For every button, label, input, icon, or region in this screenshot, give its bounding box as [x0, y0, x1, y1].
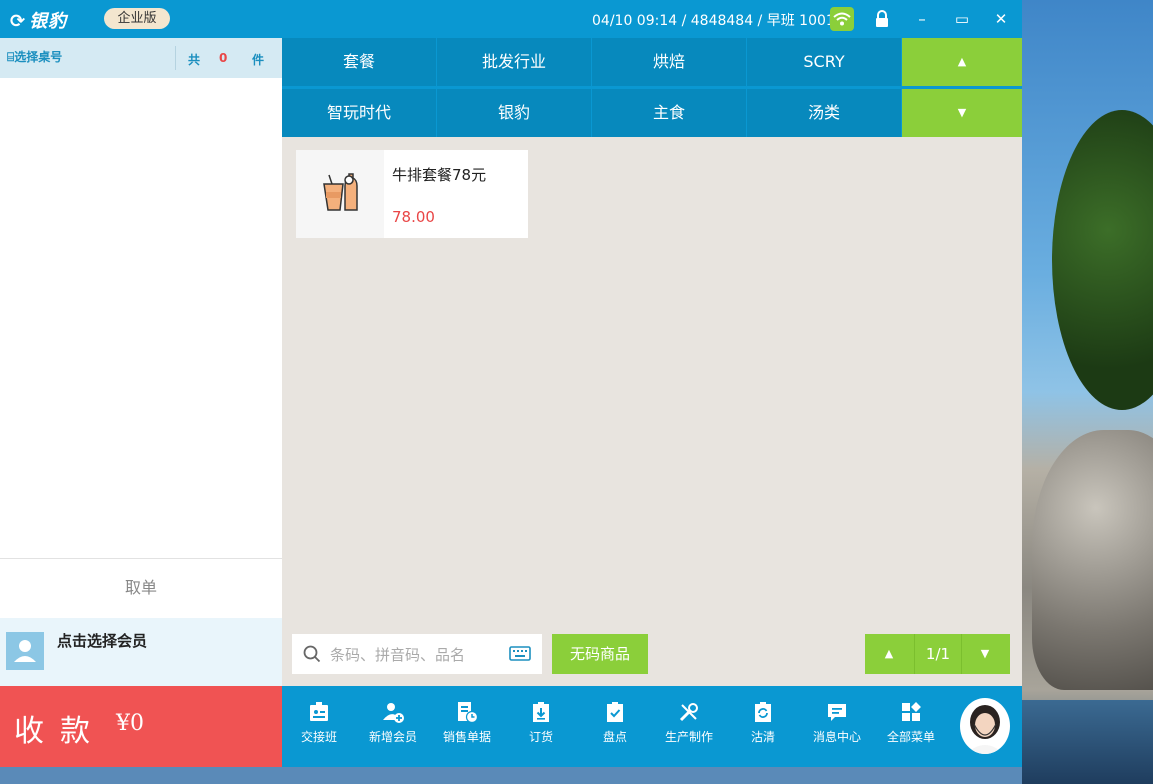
shift-status: 04/10 09:14 / 4848484 / 早班 1001: [592, 13, 835, 29]
table-bar: ⌸选择桌号 共 0 件: [0, 38, 282, 78]
category-tab[interactable]: 套餐: [282, 38, 436, 86]
badge-icon: [310, 702, 328, 721]
category-tab[interactable]: 批发行业: [437, 38, 591, 86]
app-logo: ⟳ 银豹: [10, 7, 67, 33]
category-tab[interactable]: 智玩时代: [282, 89, 436, 137]
sales-records-button[interactable]: 销售单据: [432, 700, 502, 745]
sold-out-button[interactable]: 沽清: [728, 700, 798, 745]
pos-window: ⟳ 银豹 企业版 04/10 09:14 / 4848484 / 早班 1001 …: [0, 0, 1022, 767]
category-tab[interactable]: 汤类: [747, 89, 901, 137]
item-count: 0: [219, 51, 228, 65]
toolbar-label: 消息中心: [812, 730, 861, 744]
close-button[interactable]: ✕: [989, 7, 1013, 31]
search-box: [292, 634, 542, 674]
search-input[interactable]: [328, 643, 502, 667]
order-goods-button[interactable]: 订货: [506, 700, 576, 745]
product-card[interactable]: 牛排套餐78元 78.00: [296, 150, 528, 238]
order-panel: ⌸选择桌号 共 0 件 取单 点击选择会员 收款 ¥0: [0, 38, 282, 767]
keyboard-icon[interactable]: [509, 646, 531, 661]
category-up-button[interactable]: ▲: [902, 38, 1022, 86]
inventory-check-button[interactable]: 盘点: [580, 700, 650, 745]
checklist-icon: [607, 702, 623, 722]
toolbar-label: 交接班: [300, 730, 337, 744]
category-down-button[interactable]: ▼: [902, 89, 1022, 137]
take-order-button[interactable]: 取单: [0, 558, 282, 619]
message-icon: [828, 704, 846, 721]
member-select[interactable]: 点击选择会员: [0, 618, 282, 686]
shift-handover-button[interactable]: 交接班: [284, 700, 354, 745]
total-label: 共: [188, 53, 201, 67]
category-tab[interactable]: 主食: [592, 89, 746, 137]
minimize-button[interactable]: –: [910, 7, 934, 31]
desktop-background: [1022, 0, 1153, 784]
desktop-tree: [1052, 110, 1153, 410]
page-up-button[interactable]: ▲: [865, 634, 913, 674]
category-tab[interactable]: SCRY: [747, 38, 901, 86]
toolbar-label: 新增会员: [368, 730, 417, 744]
customer-service-avatar[interactable]: [960, 698, 1010, 754]
download-clipboard-icon: [533, 702, 549, 722]
toolbar-label: 盘点: [602, 730, 627, 744]
agent-avatar-icon: [966, 705, 1004, 754]
logo-icon: ⟳: [10, 11, 27, 32]
product-price: 78.00: [392, 208, 435, 226]
title-bar: ⟳ 银豹 企业版 04/10 09:14 / 4848484 / 早班 1001 …: [0, 0, 1022, 38]
page-indicator: 1/1: [914, 634, 962, 674]
category-tab[interactable]: 烘焙: [592, 38, 746, 86]
refresh-clipboard-icon: [755, 702, 771, 722]
desktop-sea: [1022, 700, 1153, 784]
lock-icon[interactable]: [874, 10, 890, 28]
page-down-button[interactable]: ▼: [961, 634, 1009, 674]
product-pager: ▲ 1/1 ▼: [865, 634, 1010, 674]
pay-amount: ¥0: [116, 711, 144, 736]
member-label: 点击选择会员: [57, 632, 148, 650]
no-barcode-product-button[interactable]: 无码商品: [552, 634, 648, 674]
add-member-button[interactable]: 新增会员: [358, 700, 428, 745]
toolbar-label: 沽清: [750, 730, 775, 744]
category-tab[interactable]: 银豹: [437, 89, 591, 137]
grid-icon: [902, 702, 921, 721]
message-center-button[interactable]: 消息中心: [802, 700, 872, 745]
maximize-button[interactable]: ▭: [950, 7, 974, 31]
select-table-button[interactable]: ⌸选择桌号: [7, 48, 62, 65]
toolbar-label: 销售单据: [442, 730, 491, 744]
toolbar-label: 全部菜单: [886, 730, 935, 744]
receipt-clock-icon: [458, 702, 479, 724]
unit-label: 件: [252, 53, 265, 67]
production-button[interactable]: 生产制作: [654, 700, 724, 745]
toolbar-label: 订货: [528, 730, 553, 744]
brand-name: 银豹: [29, 11, 68, 32]
desktop-rock: [1032, 430, 1153, 690]
toolbar-label: 生产制作: [664, 730, 713, 744]
add-user-icon: [383, 703, 404, 723]
all-menu-button[interactable]: 全部菜单: [876, 700, 946, 745]
category-grid: 套餐 批发行业 烘焙 SCRY ▲ 智玩时代 银豹 主食 汤类 ▼: [282, 38, 1022, 137]
edition-badge: 企业版: [104, 8, 170, 29]
divider: [175, 46, 176, 70]
wifi-icon[interactable]: [830, 7, 854, 31]
tools-icon: [679, 703, 698, 722]
select-table-label: 选择桌号: [14, 50, 63, 64]
pay-label: 收款: [14, 714, 106, 749]
search-icon: [303, 645, 321, 663]
member-avatar-icon: [6, 632, 44, 670]
product-name: 牛排套餐78元: [392, 166, 487, 184]
bottom-toolbar: 交接班 新增会员 销售单据 订货 盘点 生产制作 沽清 消息中心 全部菜单: [282, 686, 1022, 767]
drink-icon: [296, 150, 384, 238]
pay-button[interactable]: 收款 ¥0: [0, 686, 282, 767]
